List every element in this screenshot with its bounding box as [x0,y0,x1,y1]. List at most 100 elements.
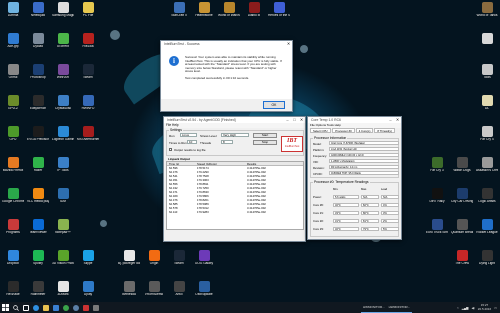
desktop-icon[interactable]: FileZilla [77,33,99,55]
desktop-icon[interactable] [476,33,498,55]
edge-icon[interactable] [31,302,41,313]
ibt-menubar[interactable]: File Help [164,123,305,128]
minimize-icon[interactable]: – [284,117,291,123]
close-icon[interactable]: ✕ [394,117,401,123]
desktop-icon[interactable]: Google Chrome [2,188,24,210]
chevron-up-icon[interactable]: ˄ [457,306,459,310]
desktop-icon[interactable]: WinRAR [52,64,74,86]
desktop-icon[interactable]: Dyload [27,33,49,55]
desktop-icon[interactable]: Logitech Gaming [52,126,74,148]
desktop-icon[interactable]: Dropbox [2,250,24,272]
desktop-icon[interactable]: VRorntDemo [143,281,165,302]
desktop-icon[interactable]: ReShade [2,281,24,302]
desktop-icon[interactable]: Uplay [77,281,99,302]
desktop-icon[interactable]: EVGA Precision [27,126,49,148]
desktop-icon[interactable]: MSI Afterburner [77,126,99,148]
desktop-icon[interactable]: Heroes of the Storm [268,2,290,24]
desktop-icon[interactable]: Neteliquid [27,2,49,24]
desktop-icon[interactable]: Bj. pokreger dokumenti [118,250,140,272]
desktop-icon[interactable]: Euro Truck Simulator 2 [426,219,448,241]
desktop-icon[interactable]: Lumnia [2,2,24,24]
desktop-icon[interactable]: Far Cry 4 [476,126,498,148]
desktop-icon[interactable]: Assassin's Creed [476,157,498,179]
app-icon[interactable] [81,302,91,313]
desktop-icon[interactable]: Anvil [168,281,190,302]
desktop-icon[interactable]: Steam [168,250,190,272]
close-icon[interactable]: ✕ [298,117,305,123]
search-icon[interactable] [11,302,21,313]
desktop-icon[interactable]: TeamViewer [27,219,49,241]
log-checkbox[interactable] [169,148,172,151]
clock[interactable]: 15:27 20.5.2016 [478,303,491,311]
desktop-icon[interactable]: Photoshop [27,64,49,86]
start-button[interactable] [0,302,11,313]
desktop-icon[interactable]: Quantum Break [451,219,473,241]
desktop-icon[interactable]: DMx/update [193,281,215,302]
desktop-icon[interactable]: City Car Driving [451,188,473,210]
desktop-icon[interactable]: IDM [52,188,74,210]
desktop-icon[interactable]: Ace-gfp [2,33,24,55]
task-view-icon[interactable] [21,302,31,313]
desktop-icon[interactable]: Hearthstone [193,2,215,24]
desktop-icon[interactable]: The Crew [451,250,473,272]
steam-icon[interactable] [71,302,81,313]
desktop-icon[interactable]: Watch Dogs [451,157,473,179]
desktop-icon[interactable]: Spotify [27,250,49,272]
desktop-icon[interactable]: StarCraft II [168,2,190,24]
desktop-icon[interactable]: GOG Galaxy [193,250,215,272]
minimize-icon[interactable]: – [387,117,394,123]
desktop-icon[interactable]: World of Tanks [476,2,498,24]
volume-icon[interactable]: ◀) [471,306,474,310]
desktop-icon[interactable]: Samsung Magician [52,2,74,24]
desktop-icon[interactable]: DL [476,95,498,117]
desktop-icon[interactable]: Razer [27,157,49,179]
desktop-icon[interactable]: World of Warcraft [218,2,240,24]
desktop-icon[interactable]: 3D Vision Photo Viewer [52,250,74,272]
desktop-icon[interactable]: Rocket League [476,219,498,241]
desktop-icon[interactable]: Far Cry 3 [426,157,448,179]
ok-button[interactable]: OK [263,101,285,109]
network-icon[interactable]: ▂▄▆ [462,306,469,310]
desktop-icon[interactable]: HWiNFO [77,95,99,117]
chrome-icon[interactable] [61,302,71,313]
desktop-icon[interactable]: CrystalDisk [52,95,74,117]
desktop-icon[interactable]: Skype [77,250,99,272]
desktop-icon[interactable]: IP Tools [52,157,74,179]
desktop-icon[interactable]: Dying Light [476,250,498,272]
store-icon[interactable] [51,302,61,313]
desktop-icon[interactable]: Notepad++ [52,219,74,241]
stress-select[interactable]: Very High [221,133,249,137]
desktop-icon[interactable]: 3DMark [52,281,74,302]
desktop-icon[interactable]: Programs [2,219,24,241]
desktop-icon[interactable]: Bethesda [118,281,140,302]
desktop-icon[interactable]: Diablo III [243,2,265,24]
desktop-icon[interactable]: GPU-Z [2,95,24,117]
app-icon[interactable] [91,302,101,313]
desktop-icon[interactable]: uTorrent [52,33,74,55]
stop-button[interactable]: Stop [253,140,277,145]
wallpaper-bokeh [100,220,107,227]
desktop-icon[interactable]: Origin [143,250,165,272]
times-input[interactable]: 10 [187,140,197,144]
desktop-icon[interactable]: Mozilla Firefox [2,157,24,179]
taskbar-task[interactable]: HWMONITOR... [361,302,387,313]
file-explorer-icon[interactable] [41,302,51,313]
desktop-icon[interactable]: GPU [2,126,24,148]
run-select[interactable]: Linux [180,133,197,137]
desktop-icon[interactable]: EasyBench [27,95,49,117]
taskbar-task[interactable]: HWMONITOR... [386,302,413,313]
desktop-icon[interactable]: Tools [476,64,498,86]
desktop-icon[interactable]: DiRT Rally [426,188,448,210]
notifications-icon[interactable]: ▭ [494,306,497,310]
desktop-icon[interactable]: VLC media player [27,188,49,210]
desktop-icon[interactable]: Logic Artists [476,188,498,210]
maximize-icon[interactable]: □ [291,117,298,123]
desktop-icon[interactable]: Gnrful [2,64,24,86]
desktop-icon-label: StarCraft II [171,14,187,17]
start-button[interactable]: Start [253,133,277,138]
processor-select[interactable]: Processor #0 [332,128,355,133]
threads-input[interactable]: 8 [221,140,233,144]
desktop-icon[interactable]: Steam [77,64,99,86]
desktop-icon[interactable]: Rainmeter [27,281,49,302]
desktop-icon[interactable]: PC File [77,2,99,24]
